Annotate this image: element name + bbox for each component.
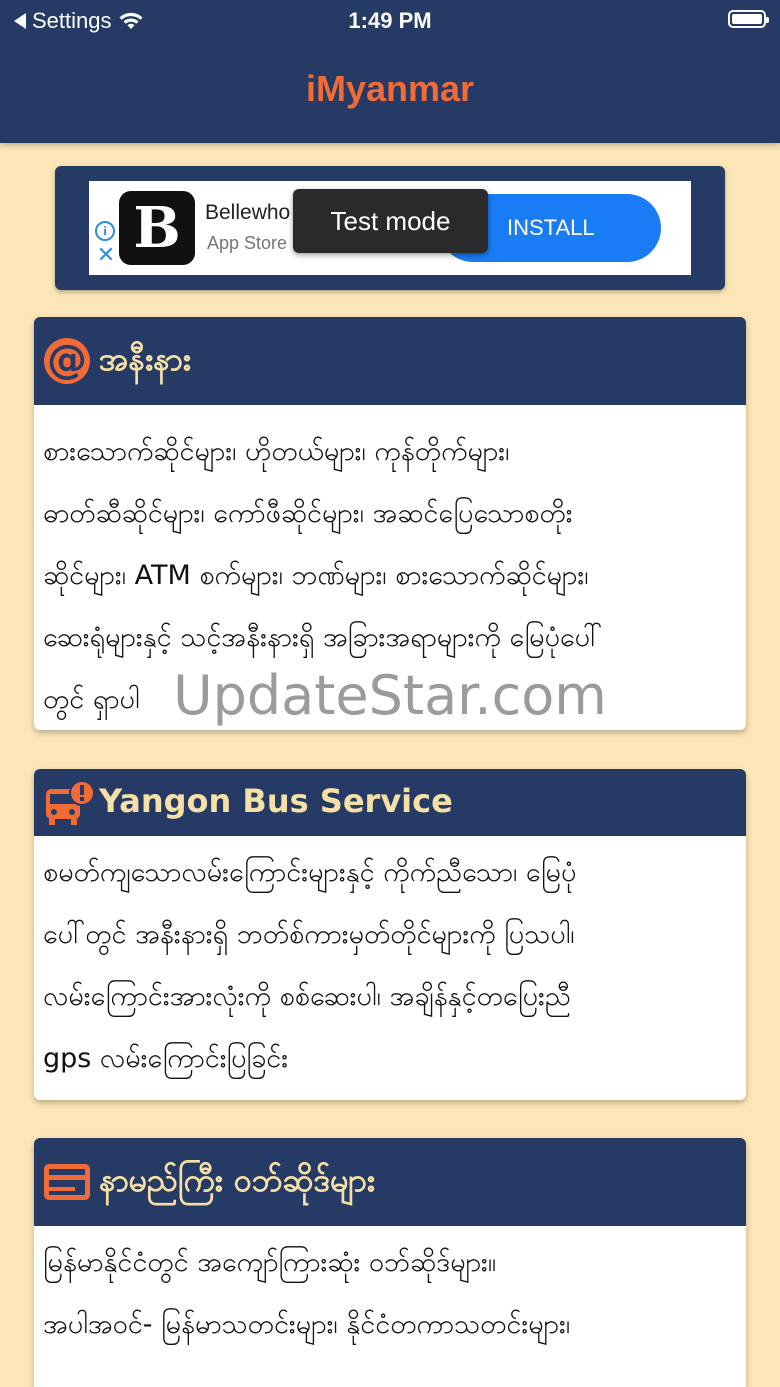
- description-line: ဆိုင်များ၊ ATM စက်များ၊ ဘဏ်များ၊ စားသောက…: [43, 560, 589, 591]
- card-title: Yangon Bus Service: [99, 782, 453, 820]
- card-title: နာမည်ကြီး ဝဘ်ဆိုဒ်များ: [99, 1161, 375, 1199]
- test-mode-badge: Test mode: [293, 189, 488, 253]
- website-icon: [44, 1164, 90, 1200]
- ad-info-icon[interactable]: i: [95, 221, 115, 241]
- description-line: လမ်းကြောင်းအားလုံးကို စစ်ဆေးပါ၊ အချိန်နှ…: [43, 981, 571, 1012]
- description-line: gps လမ်းကြောင်းပြခြင်း: [43, 1043, 289, 1074]
- at-sign-icon: @: [44, 338, 90, 384]
- ad-store-label: App Store: [207, 233, 288, 253]
- app-title: iMyanmar: [305, 68, 475, 109]
- ad-logo[interactable]: B: [119, 191, 195, 265]
- watermark: UpdateStar.com: [173, 664, 607, 727]
- description-line: စားသောက်ဆိုင်များ၊ ဟိုတယ်များ၊ ကုန်တိုက်…: [43, 436, 510, 467]
- description-line: မြန်မာနိုင်ငံတွင် အကျော်ကြားဆုံး ဝဘ်ဆိုဒ…: [43, 1247, 497, 1278]
- app-header: Settings 1:49 PM iMyanmar: [0, 0, 780, 143]
- description-line: ပေါ်တွင် အနီးနားရှိ ဘတ်စ်ကားမှတ်တိုင်မျာ…: [43, 919, 575, 950]
- description-line: ဆေးရုံများနှင့် သင့်အနီးနားရှိ အခြားအရာမ…: [43, 622, 603, 653]
- ad-brand-name: Bellewho: [205, 201, 291, 224]
- card-header: @ အနီးနား: [34, 317, 746, 405]
- status-time: 1:49 PM: [348, 8, 432, 33]
- card-yangon-bus[interactable]: Yangon Bus Service စမတ်ကျသောလမ်းကြောင်းမ…: [34, 769, 746, 1100]
- card-description: မြန်မာနိုင်ငံတွင် အကျော်ကြားဆုံး ဝဘ်ဆိုဒ…: [34, 1226, 746, 1356]
- ad-close-icon[interactable]: ✕: [95, 245, 117, 267]
- description-line: ဓာတ်ဆီဆိုင်များ၊ ကော်ဖီဆိုင်များ၊ အဆင်ပြ…: [43, 498, 573, 529]
- card-header: နာမည်ကြီး ဝဘ်ဆိုဒ်များ: [34, 1138, 746, 1226]
- battery-icon: [728, 10, 769, 28]
- card-title: အနီးနား: [99, 340, 191, 378]
- card-popular-websites[interactable]: နာမည်ကြီး ဝဘ်ဆိုဒ်များ မြန်မာနိုင်ငံတွင်…: [34, 1138, 746, 1387]
- status-bar: Settings 1:49 PM: [0, 0, 780, 40]
- description-line: စမတ်ကျသောလမ်းကြောင်းများနှင့် ကိုက်ညီသော…: [43, 857, 577, 888]
- card-header: Yangon Bus Service: [34, 769, 746, 836]
- bus-icon: [46, 780, 95, 825]
- description-line: အပါအဝင်- မြန်မာသတင်းများ၊ နိုင်ငံတကာသတင်…: [43, 1309, 571, 1340]
- card-description: စမတ်ကျသောလမ်းကြောင်းများနှင့် ကိုက်ညီသော…: [34, 836, 746, 1090]
